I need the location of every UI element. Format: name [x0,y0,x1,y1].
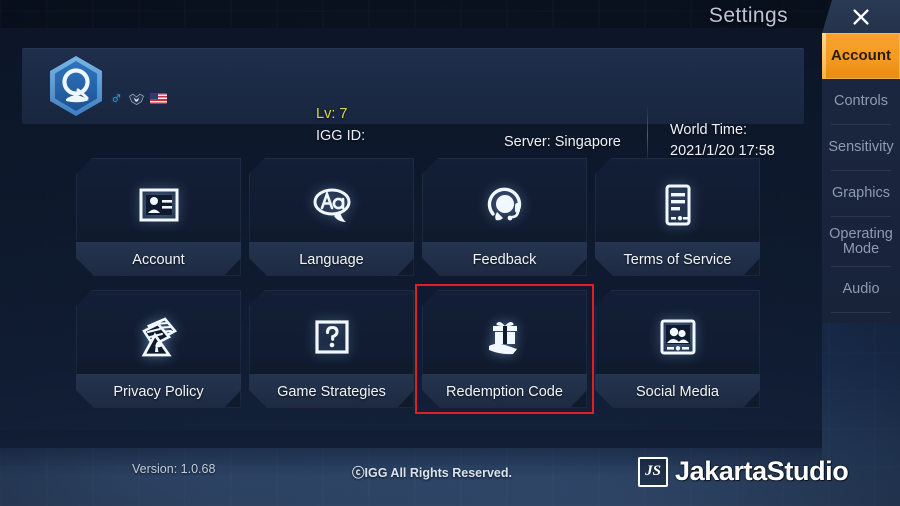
document-tablet-icon [665,184,690,226]
avatar[interactable] [44,54,108,118]
player-info-bar: ♂ Lv: 7 IGG ID: Server: Singapore World … [22,48,804,164]
server-label: Server: Singapore [504,134,621,150]
sidebar-item-label: Sensitivity [828,139,894,156]
tile-label: Terms of Service [623,252,732,268]
watermark: JS JakartaStudio [638,456,849,487]
tile-privacy-policy[interactable]: Privacy Policy [76,290,241,408]
player-igg-id: IGG ID: [316,128,366,144]
id-card-icon [139,188,178,222]
sidebar-item-graphics[interactable]: Graphics [822,171,900,217]
settings-sidebar: Account Controls Sensitivity Graphics Op… [822,33,900,323]
watermark-logo-box: JS [638,456,668,487]
sidebar-item-label: Graphics [831,185,891,202]
tile-label: Social Media [635,384,719,400]
gender-male-badge: ♂ [110,89,123,108]
guild-emblem-badge [128,92,145,106]
header-divider [647,106,648,164]
headset-icon [487,187,521,221]
sidebar-item-account[interactable]: Account [822,33,900,79]
tile-terms-of-service[interactable]: Terms of Service [595,158,760,276]
watermark-mark: JS [645,463,661,479]
settings-tile-grid: Account Language Feedback Terms of Servi… [76,158,760,414]
sidebar-item-label: Controls [834,93,888,110]
tile-social-media[interactable]: Social Media [595,290,760,408]
people-frame-icon [660,319,695,355]
world-time-label: World Time: [670,122,748,138]
close-button[interactable] [822,0,900,33]
page-title: Settings [708,4,788,27]
tile-account[interactable]: Account [76,158,241,276]
tile-label: Language [299,252,364,268]
speech-bubble-aa-icon [313,188,350,222]
sidebar-item-audio[interactable]: Audio [822,267,900,313]
player-level: Lv: 7 [316,106,348,122]
tile-label: Redemption Code [446,384,563,400]
tile-label: Privacy Policy [113,384,204,400]
tile-redemption-code[interactable]: Redemption Code [415,284,594,414]
tile-label: Account [132,252,185,268]
tile-game-strategies[interactable]: Game Strategies [249,290,414,408]
sidebar-item-controls[interactable]: Controls [822,79,900,125]
close-x-icon [853,8,869,25]
country-flag-badge-us [149,93,167,104]
tile-label: Game Strategies [277,384,386,400]
sidebar-item-label: Account [831,47,891,65]
world-time-value: 2021/1/20 17:58 [670,143,775,159]
tile-label: Feedback [472,252,537,268]
sidebar-item-label: Operating Mode [829,225,893,257]
copyright-text: ⓒIGG All Rights Reserved. [352,466,512,480]
privacy-documents-icon [141,317,177,357]
player-badges: ♂ [110,90,167,107]
sidebar-item-sensitivity[interactable]: Sensitivity [822,125,900,171]
sidebar-item-operating-mode[interactable]: Operating Mode [822,217,900,267]
watermark-text: JakartaStudio [675,456,849,486]
sidebar-item-label: Audio [842,281,880,298]
version-text: Version: 1.0.68 [132,462,216,476]
tile-feedback[interactable]: Feedback [422,158,587,276]
hexagon-avatar-icon [50,56,102,116]
tile-language[interactable]: Language [249,158,414,276]
question-mark-box-icon [314,320,349,354]
gift-on-hand-icon [488,322,517,355]
